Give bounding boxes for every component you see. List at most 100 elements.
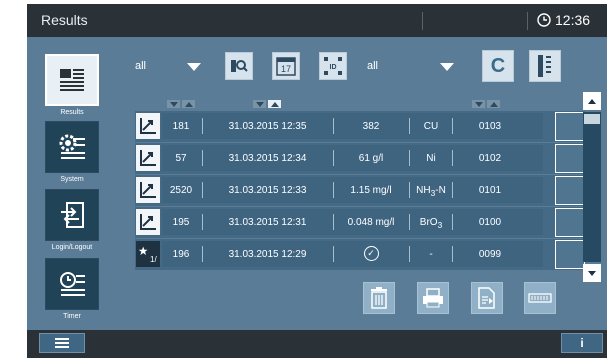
id-icon: ID <box>324 57 342 75</box>
system-gear-icon[interactable] <box>45 121 99 173</box>
divider <box>409 118 410 134</box>
result-datetime: 31.03.2015 12:35 <box>228 121 307 132</box>
id-label: ID <box>330 64 337 71</box>
result-code: 0101 <box>478 185 502 196</box>
clock: 12:36 <box>537 12 590 28</box>
printer-icon <box>423 288 443 308</box>
login-logout-icon[interactable] <box>45 189 99 241</box>
row-select-checkbox[interactable] <box>555 208 585 237</box>
table-row[interactable]: 2520 31.03.2015 12:33 1.15 mg/l NH3-N 01… <box>135 175 585 206</box>
trash-icon <box>371 287 387 309</box>
document-export-icon <box>478 287 495 309</box>
divider <box>452 182 453 198</box>
result-parameter: Ni <box>411 153 451 166</box>
sidebar-item-label: Results <box>60 109 84 116</box>
sidebar-item-system[interactable]: System <box>45 121 99 183</box>
timer-clock-icon[interactable] <box>45 258 99 310</box>
table-row[interactable]: 1/2 196 31.03.2015 12:29 ✓ - 0099 <box>135 239 585 270</box>
sidebar-item-timer[interactable]: Timer <box>45 258 99 320</box>
header-divider <box>527 12 528 30</box>
divider <box>333 118 334 134</box>
id-filter-button[interactable]: ID <box>319 52 347 80</box>
results-list-icon[interactable] <box>45 54 99 106</box>
clock-time: 12:36 <box>555 12 591 28</box>
sidebar-item-label: Timer <box>63 313 81 320</box>
result-code: 0102 <box>478 153 502 164</box>
measurement-icon <box>136 113 160 139</box>
scroll-down-button[interactable] <box>583 264 601 282</box>
table-row[interactable]: 57 31.03.2015 12:34 61 g/l Ni 0102 <box>135 143 585 174</box>
result-id: 181 <box>172 121 190 132</box>
filter-all-1[interactable]: all <box>135 60 146 72</box>
sidebar: Results System Login/Logout Timer <box>27 37 115 330</box>
check-standard-icon: 1/2 <box>136 241 160 267</box>
divider <box>409 246 410 262</box>
calendar-icon: 17 <box>276 57 296 76</box>
sort-asc-button[interactable] <box>487 100 500 108</box>
page-title: Results <box>41 12 88 28</box>
row-select-checkbox[interactable] <box>555 176 585 205</box>
delete-button[interactable] <box>363 282 395 314</box>
data-transfer-icon <box>528 293 552 303</box>
export-button[interactable] <box>471 282 503 314</box>
chevron-down-icon[interactable] <box>187 63 201 71</box>
search-sample-button[interactable] <box>225 52 253 80</box>
result-id: 57 <box>175 153 187 164</box>
scrollbar[interactable] <box>583 92 603 292</box>
divider <box>409 214 410 230</box>
search-icon <box>231 60 248 72</box>
clear-button[interactable]: C <box>482 50 514 82</box>
divider <box>452 214 453 230</box>
result-datetime: 31.03.2015 12:33 <box>228 185 307 196</box>
result-parameter: BrO3 <box>411 217 451 230</box>
row-select-checkbox[interactable] <box>555 112 585 141</box>
param-text: NH <box>416 185 431 196</box>
info-button[interactable]: i <box>561 333 603 353</box>
result-id: 2520 <box>169 185 193 196</box>
divider <box>202 246 203 262</box>
measurement-icon <box>136 145 160 171</box>
sidebar-item-label: System <box>60 176 84 183</box>
result-id: 196 <box>172 249 190 260</box>
date-filter-button[interactable]: 17 <box>272 52 300 80</box>
param-sub: 3 <box>437 220 443 230</box>
sort-desc-button[interactable] <box>167 100 180 108</box>
scroll-thumb[interactable] <box>584 114 600 124</box>
divider <box>333 182 334 198</box>
column-view-button[interactable] <box>529 50 561 82</box>
result-check-status: ✓ <box>336 246 406 261</box>
measurement-icon <box>136 177 160 203</box>
menu-button[interactable] <box>39 333 85 353</box>
table-row[interactable]: 181 31.03.2015 12:35 382 CU 0103 <box>135 111 585 142</box>
row-select-checkbox[interactable] <box>555 240 585 269</box>
sort-controls-id <box>167 100 195 108</box>
check-circle-icon: ✓ <box>363 246 379 261</box>
divider <box>202 118 203 134</box>
param-suffix: -N <box>435 185 446 196</box>
divider <box>202 150 203 166</box>
sort-asc-button[interactable] <box>182 100 195 108</box>
sort-desc-button[interactable] <box>253 100 266 108</box>
result-value: 61 g/l <box>358 153 384 164</box>
divider <box>333 150 334 166</box>
scroll-up-button[interactable] <box>583 92 601 110</box>
measurement-icon <box>136 209 160 235</box>
scroll-track[interactable] <box>583 112 601 262</box>
calendar-day: 17 <box>281 64 291 74</box>
table-row[interactable]: 195 31.03.2015 12:31 0.048 mg/l BrO3 010… <box>135 207 585 238</box>
sidebar-item-results[interactable]: Results <box>45 54 99 116</box>
clock-icon <box>537 13 551 27</box>
sort-asc-button[interactable] <box>268 100 281 108</box>
sidebar-item-label: Login/Logout <box>51 244 93 251</box>
result-code: 0100 <box>478 217 502 228</box>
chevron-down-icon[interactable] <box>440 63 454 71</box>
transfer-button[interactable] <box>524 282 556 314</box>
sort-desc-button[interactable] <box>472 100 485 108</box>
filter-all-2[interactable]: all <box>367 60 378 72</box>
sort-controls-date <box>253 100 281 108</box>
print-button[interactable] <box>417 282 449 314</box>
param-text: Ni <box>426 153 436 164</box>
sidebar-item-login-logout[interactable]: Login/Logout <box>45 189 99 251</box>
row-select-checkbox[interactable] <box>555 144 585 173</box>
divider <box>202 214 203 230</box>
